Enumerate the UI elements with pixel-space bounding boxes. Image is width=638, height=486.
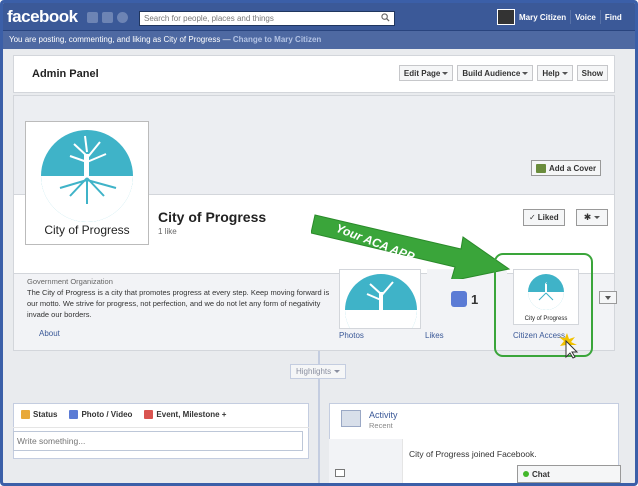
top-navigation-bar: facebook Search for people, places and t… — [3, 3, 635, 31]
status-tab[interactable]: Status — [21, 410, 57, 419]
online-status-icon — [523, 471, 529, 477]
chevron-down-icon — [594, 216, 601, 219]
add-cover-button[interactable]: Add a Cover — [531, 160, 602, 176]
liked-label: Liked — [537, 213, 559, 222]
browser-frame: facebook Search for people, places and t… — [0, 0, 638, 486]
activity-story-text: City of Progress joined Facebook. — [409, 449, 537, 459]
write-something-input[interactable] — [13, 431, 303, 451]
page-like-count[interactable]: 1 like — [158, 227, 177, 236]
pencil-icon — [21, 410, 30, 419]
messages-icon[interactable] — [102, 12, 113, 23]
event-milestone-tab-label: Event, Milestone + — [156, 410, 227, 419]
facebook-logo[interactable]: facebook — [7, 7, 78, 27]
find-link[interactable]: Find — [605, 13, 622, 22]
photo-video-tab[interactable]: Photo / Video — [69, 410, 132, 419]
activity-side-panel — [329, 439, 403, 483]
top-user-area: Mary Citizen Voice Find — [497, 9, 622, 25]
likes-count-display: 1 — [451, 291, 478, 307]
calendar-icon — [144, 410, 154, 419]
posting-as-bar: You are posting, commenting, and liking … — [3, 31, 635, 49]
build-audience-label: Build Audience — [462, 68, 521, 78]
search-icon[interactable] — [381, 13, 390, 22]
liked-button[interactable]: ✓ Liked — [523, 209, 565, 226]
story-icon — [335, 469, 345, 477]
edit-page-button[interactable]: Edit Page — [398, 65, 454, 81]
event-milestone-tab[interactable]: Event, Milestone + — [144, 410, 226, 419]
likes-count: 1 — [471, 291, 479, 307]
chevron-down-icon — [522, 71, 529, 75]
thumbs-up-icon — [451, 291, 467, 307]
help-button[interactable]: Help — [537, 65, 573, 81]
photo-icon — [69, 410, 79, 419]
activity-icon — [341, 410, 361, 427]
add-cover-label: Add a Cover — [549, 163, 597, 173]
friend-requests-icon[interactable] — [87, 12, 98, 23]
admin-buttons: Edit Page Build Audience Help Show — [398, 65, 608, 81]
about-summary: Government Organization The City of Prog… — [27, 276, 339, 320]
edit-page-label: Edit Page — [403, 68, 441, 78]
photo-video-tab-label: Photo / Video — [81, 410, 133, 419]
admin-panel-title: Admin Panel — [32, 68, 99, 80]
highlights-label: Highlights — [296, 367, 332, 376]
notifications-icon[interactable] — [117, 12, 128, 23]
checkmark-icon: ✓ — [529, 213, 536, 222]
city-logo-icon: City of Progress — [41, 130, 133, 237]
chevron-down-icon — [561, 71, 568, 75]
show-label: Show — [581, 68, 603, 78]
chat-bar-button[interactable]: Chat — [517, 465, 621, 483]
chevron-down-icon — [442, 71, 449, 75]
help-label: Help — [542, 68, 560, 78]
voice-link[interactable]: Voice — [575, 13, 596, 22]
change-identity-link[interactable]: Change to Mary Citizen — [233, 35, 321, 44]
chevron-down-icon — [334, 370, 341, 373]
admin-panel: Admin Panel Edit Page Build Audience Hel… — [13, 55, 615, 93]
profile-picture-text: City of Progress — [44, 223, 129, 237]
photos-tab-label[interactable]: Photos — [339, 331, 364, 340]
notification-jewels — [87, 12, 128, 23]
camera-icon — [536, 163, 546, 173]
user-name-link[interactable]: Mary Citizen — [519, 13, 566, 22]
build-audience-button[interactable]: Build Audience — [457, 65, 534, 81]
activity-subtitle: Recent — [369, 421, 393, 430]
highlights-dropdown[interactable]: Highlights — [290, 364, 347, 379]
page-category: Government Organization — [27, 277, 113, 286]
more-apps-button[interactable] — [599, 291, 617, 304]
page-title[interactable]: City of Progress — [158, 209, 266, 225]
settings-menu-button[interactable]: ✱ — [576, 209, 608, 226]
about-link[interactable]: About — [39, 329, 60, 338]
composer-tabs: Status Photo / Video Event, Milestone + — [21, 410, 226, 419]
posting-as-text: You are posting, commenting, and liking … — [9, 35, 233, 44]
profile-picture[interactable]: City of Progress — [25, 121, 149, 245]
user-avatar[interactable] — [497, 9, 515, 25]
divider — [570, 10, 572, 24]
divider — [599, 10, 601, 24]
search-placeholder: Search for people, places and things — [144, 14, 274, 23]
gear-icon: ✱ — [583, 212, 592, 222]
search-input[interactable]: Search for people, places and things — [139, 11, 395, 26]
activity-title[interactable]: Activity — [369, 410, 398, 420]
chevron-down-icon — [605, 295, 611, 300]
callout-arrow — [311, 214, 511, 279]
cursor-spark-icon — [559, 333, 579, 359]
show-button[interactable]: Show — [576, 65, 608, 81]
divider — [13, 427, 309, 428]
about-description: The City of Progress is a city that prom… — [27, 288, 330, 319]
chat-label: Chat — [532, 469, 550, 479]
status-tab-label: Status — [33, 410, 58, 419]
likes-tab-label[interactable]: Likes — [425, 331, 444, 340]
